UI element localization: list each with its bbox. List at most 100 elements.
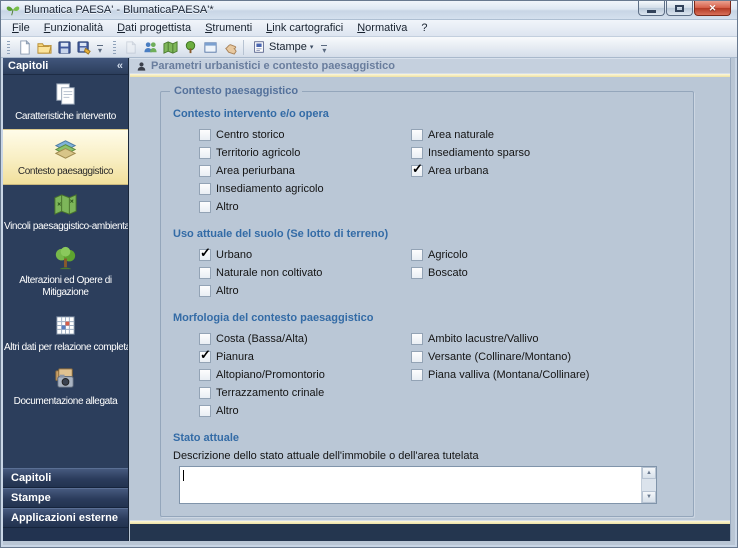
stampe-label: Stampe — [269, 41, 307, 53]
checkbox-label: Naturale non coltivato — [216, 267, 323, 279]
description-label: Descrizione dello stato attuale dell'imm… — [173, 450, 479, 462]
bottom-navy-strip — [130, 524, 730, 541]
maximize-button[interactable] — [666, 1, 693, 16]
open-folder-icon — [36, 42, 52, 54]
title-bar[interactable]: Blumatica PAESA' - BlumaticaPAESA'* ✕ — [1, 1, 737, 20]
paste-disabled-icon — [125, 40, 136, 54]
close-button[interactable]: ✕ — [694, 1, 731, 16]
menu-link-cartografici[interactable]: Link cartografici — [259, 21, 350, 35]
checkbox-terrazzamento-crinale[interactable]: ✓ Terrazzamento crinale — [199, 384, 411, 402]
checkbox-area-urbana[interactable]: ✓ Area urbana — [411, 161, 530, 180]
groupbox-title: Contesto paesaggistico — [170, 85, 303, 97]
checkbox-box: ✓ — [199, 245, 211, 261]
checkbox-label: Piana valliva (Montana/Collinare) — [428, 369, 590, 381]
toolbar-grip[interactable] — [113, 40, 116, 54]
app-logo-icon — [6, 6, 20, 16]
toolbar-separator — [243, 39, 244, 55]
application-window: Blumatica PAESA' - BlumaticaPAESA'* ✕ Fi… — [0, 0, 738, 548]
sidebar-item-documentazione-allegata[interactable]: Documentazione allegata — [3, 360, 128, 414]
section-stato-attuale: Stato attuale Descrizione dello stato at… — [173, 432, 681, 504]
checkbox-label: Boscato — [428, 267, 468, 279]
tree-button[interactable] — [180, 38, 200, 56]
section-heading: Stato attuale — [173, 432, 240, 444]
open-button[interactable] — [34, 38, 54, 56]
checkbox-altro-contesto[interactable]: ✓ Altro — [199, 198, 411, 216]
person-icon — [137, 61, 146, 71]
stato-attuale-textarea[interactable]: ▲ ▼ — [179, 466, 657, 504]
checkbox-label: Altro — [216, 405, 239, 417]
hand-button[interactable] — [220, 38, 240, 56]
maximize-icon — [675, 4, 684, 12]
window-preview-button[interactable] — [200, 38, 220, 56]
stampe-button[interactable]: Stampe ▾ — [247, 38, 318, 56]
checkbox-urbano[interactable]: ✓ Urbano — [199, 245, 411, 264]
checkbox-altro-uso[interactable]: ✓ Altro — [199, 282, 411, 300]
text-caret — [183, 470, 184, 481]
checkbox-centro-storico[interactable]: ✓ Centro storico — [199, 126, 411, 144]
checkbox-area-naturale[interactable]: ✓ Area naturale — [411, 126, 530, 144]
checkbox-altro-morfologia[interactable]: ✓ Altro — [199, 402, 411, 420]
menu-funzionalita[interactable]: Funzionalità — [37, 21, 110, 35]
save-as-button[interactable] — [74, 38, 94, 56]
paste-button[interactable] — [120, 38, 140, 56]
sidebar-item-vincoli-paesaggistico-ambientali[interactable]: Vincoli paesaggistico-ambientali — [3, 185, 128, 239]
sidebar-header-title: Capitoli — [8, 60, 49, 72]
sidebar-item-label: Contesto paesaggistico — [17, 166, 114, 177]
panel-button-capitoli[interactable]: Capitoli — [3, 468, 128, 488]
checkbox-versante-collinare-montano[interactable]: ✓ Versante (Collinare/Montano) — [411, 348, 589, 366]
sidebar-item-caratteristiche-intervento[interactable]: Caratteristiche intervento — [3, 75, 128, 129]
scroll-up-icon[interactable]: ▲ — [642, 467, 656, 479]
checkbox-altopiano-promontorio[interactable]: ✓ Altopiano/Promontorio — [199, 366, 411, 384]
sidebar-item-altri-dati-relazione-completa[interactable]: Altri dati per relazione completa — [3, 306, 128, 360]
checkbox-label: Costa (Bassa/Alta) — [216, 333, 308, 345]
menu-dati-progettista[interactable]: Dati progettista — [110, 21, 198, 35]
checkbox-boscato[interactable]: ✓ Boscato — [411, 264, 468, 282]
table-icon — [56, 316, 75, 335]
checkbox-box: ✓ — [411, 161, 423, 177]
checkbox-area-periurbana[interactable]: ✓ Area periurbana — [199, 162, 411, 180]
checkbox-costa[interactable]: ✓ Costa (Bassa/Alta) — [199, 330, 411, 348]
sidebar-item-label: Documentazione allegata — [13, 396, 118, 407]
minimize-button[interactable] — [638, 1, 665, 16]
sidebar-item-contesto-paesaggistico[interactable]: Contesto paesaggistico — [3, 129, 128, 185]
collapse-sidebar-icon[interactable]: « — [117, 60, 123, 72]
toolbar-overflow-button[interactable]: ▾ — [94, 45, 106, 55]
checkbox-box: ✓ — [199, 267, 211, 279]
menu-strumenti[interactable]: Strumenti — [198, 21, 259, 35]
toolbar-overflow-button[interactable]: ▾ — [318, 45, 330, 55]
users-button[interactable] — [140, 38, 160, 56]
sidebar-item-alterazioni-opere-mitigazione[interactable]: Alterazioni ed Opere di Mitigazione — [3, 239, 128, 306]
minimize-icon — [647, 9, 656, 13]
checkbox-pianura[interactable]: ✓ Pianura — [199, 347, 411, 366]
menu-help[interactable]: ? — [414, 21, 434, 35]
window-controls: ✕ — [638, 1, 731, 16]
save-icon — [57, 40, 71, 54]
scroll-down-icon[interactable]: ▼ — [642, 491, 656, 503]
section-morfologia-contesto: Morfologia del contesto paesaggistico ✓ … — [173, 312, 681, 420]
menu-file[interactable]: File — [5, 21, 37, 35]
checkbox-territorio-agricolo[interactable]: ✓ Territorio agricolo — [199, 144, 411, 162]
new-document-button[interactable] — [14, 38, 34, 56]
checkbox-box: ✓ — [199, 405, 211, 417]
checkbox-insediamento-sparso[interactable]: ✓ Insediamento sparso — [411, 144, 530, 162]
check-icon: ✓ — [200, 347, 211, 362]
checkbox-ambito-lacustre-vallivo[interactable]: ✓ Ambito lacustre/Vallivo — [411, 330, 589, 348]
checkbox-insediamento-agricolo[interactable]: ✓ Insediamento agricolo — [199, 180, 411, 198]
sidebar-header: Capitoli « — [3, 58, 128, 75]
main-panel-header: Parametri urbanistici e contesto paesagg… — [130, 58, 730, 73]
panel-button-applicazioni-esterne[interactable]: Applicazioni esterne — [3, 508, 128, 528]
map-button[interactable] — [160, 38, 180, 56]
vertical-scrollbar[interactable]: ▲ ▼ — [641, 467, 656, 503]
checkbox-agricolo[interactable]: ✓ Agricolo — [411, 246, 468, 264]
toolbar-grip[interactable] — [7, 40, 10, 54]
checkbox-naturale-non-coltivato[interactable]: ✓ Naturale non coltivato — [199, 264, 411, 282]
checkbox-label: Area urbana — [428, 165, 489, 177]
save-button[interactable] — [54, 38, 74, 56]
checkbox-piana-valliva[interactable]: ✓ Piana valliva (Montana/Collinare) — [411, 366, 589, 384]
check-icon: ✓ — [200, 245, 211, 260]
panel-button-stampe[interactable]: Stampe — [3, 488, 128, 508]
menu-normativa[interactable]: Normativa — [350, 21, 414, 35]
toolbar-group-tools: Stampe ▾ ▾ — [109, 37, 333, 57]
users-icon — [143, 41, 157, 52]
check-icon: ✓ — [412, 161, 423, 176]
